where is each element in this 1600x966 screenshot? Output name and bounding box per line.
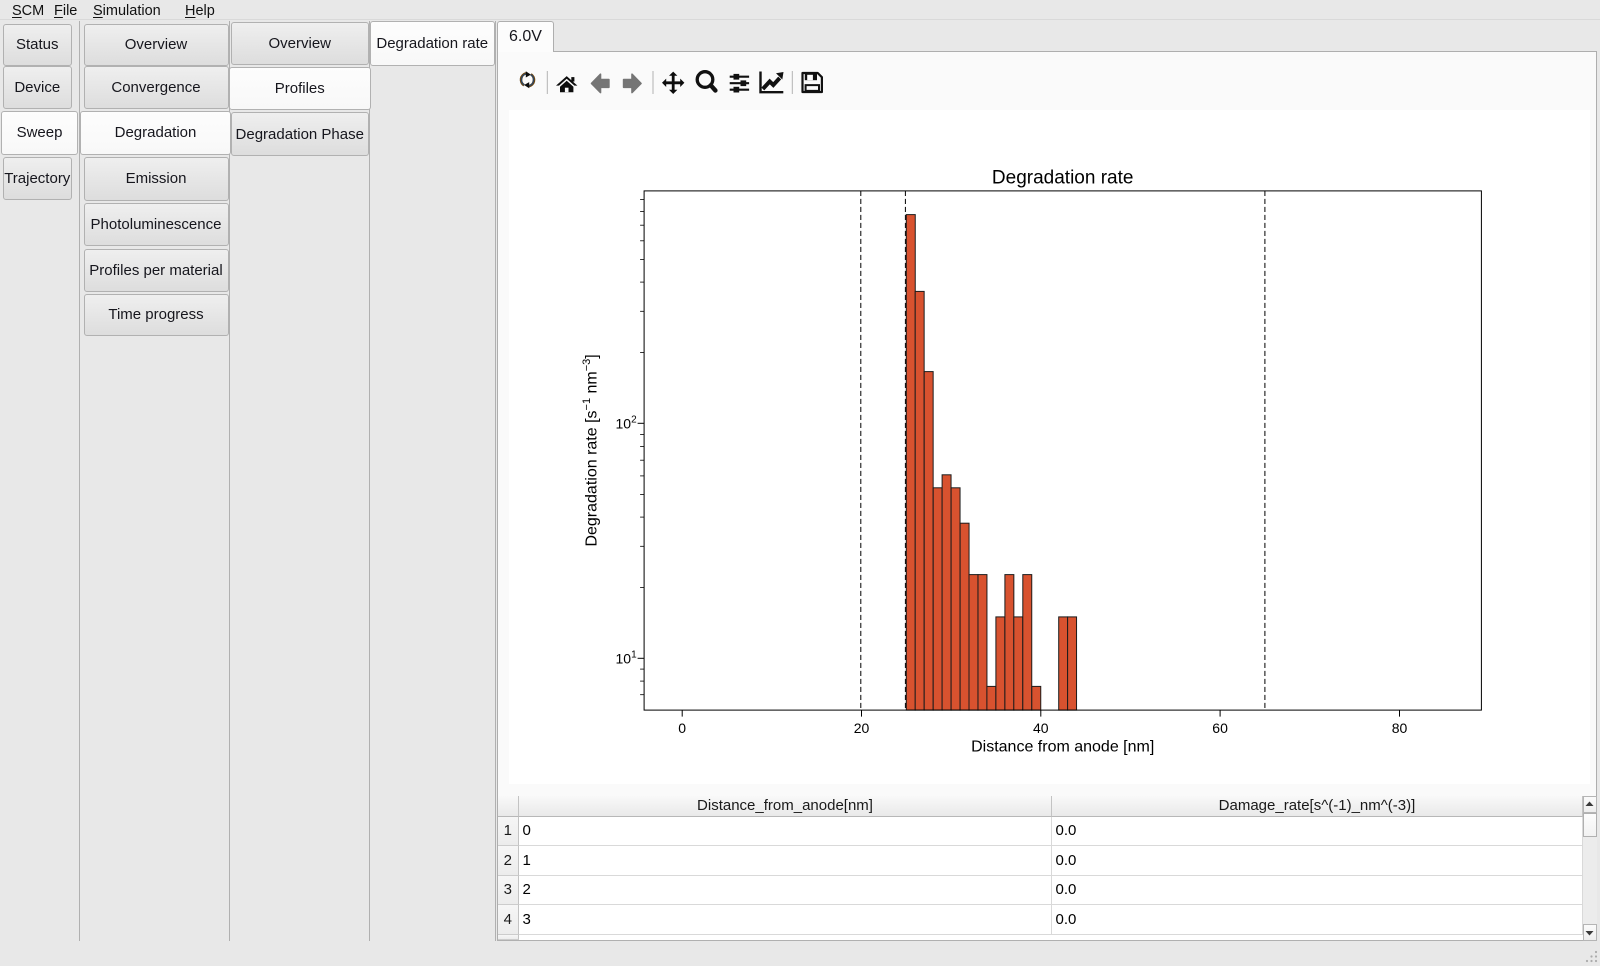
svg-text:40: 40 bbox=[1033, 720, 1049, 736]
svg-text:Degradation rate [s−1 nm−3]: Degradation rate [s−1 nm−3] bbox=[581, 354, 601, 546]
svg-text:0: 0 bbox=[678, 720, 686, 736]
svg-text:Distance from anode [nm]: Distance from anode [nm] bbox=[971, 738, 1154, 755]
svg-text:Degradation rate: Degradation rate bbox=[991, 168, 1133, 189]
svg-text:60: 60 bbox=[1212, 720, 1228, 736]
svg-text:20: 20 bbox=[853, 720, 869, 736]
svg-text:80: 80 bbox=[1391, 720, 1407, 736]
